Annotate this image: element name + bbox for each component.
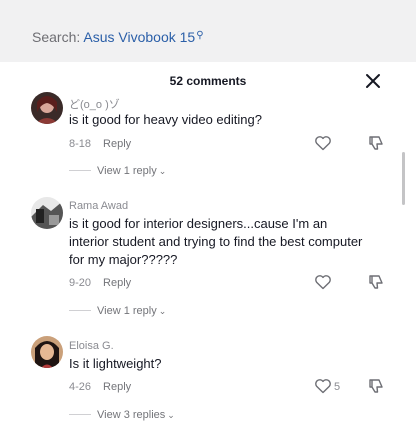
avatar[interactable]	[31, 92, 63, 124]
chevron-down-icon: ⌄	[158, 166, 167, 176]
chevron-down-icon: ⌄	[158, 306, 167, 316]
chevron-down-icon: ⌄	[167, 410, 175, 420]
divider	[69, 310, 91, 311]
divider	[69, 170, 91, 171]
dislike-icon[interactable]	[367, 274, 385, 290]
search-query-text: Asus Vivobook 15	[83, 29, 196, 45]
view-replies-label: View 3 replies	[97, 409, 166, 421]
reply-button[interactable]: Reply	[103, 277, 131, 289]
heart-icon[interactable]	[314, 378, 332, 394]
scrollbar[interactable]	[402, 152, 405, 205]
comment-meta: 4-26 Reply	[69, 381, 131, 393]
search-query[interactable]: Search: Asus Vivobook 15⚲	[32, 29, 204, 45]
avatar[interactable]	[31, 197, 63, 229]
comment-date: 9-20	[69, 277, 92, 289]
reply-button[interactable]: Reply	[103, 138, 131, 150]
view-replies-button[interactable]: View 1 reply ⌄	[69, 305, 166, 317]
search-bar-area: Search: Asus Vivobook 15⚲	[0, 0, 416, 62]
divider	[69, 414, 91, 415]
view-replies-label: View 1 reply	[97, 165, 157, 177]
dislike-icon[interactable]	[367, 378, 385, 394]
like-count: 5	[334, 381, 341, 393]
comment-meta: 9-20 Reply	[69, 277, 131, 289]
reply-button[interactable]: Reply	[103, 381, 131, 393]
avatar[interactable]	[31, 336, 63, 368]
comments-sheet: 52 comments ど(o_o )ゾ is it good for heav…	[0, 62, 416, 440]
heart-icon[interactable]	[314, 274, 332, 290]
comment-text: is it good for heavy video editing?	[69, 112, 262, 127]
comment-username[interactable]: ど(o_o )ゾ	[69, 96, 120, 112]
comment-date: 4-26	[69, 381, 92, 393]
view-replies-button[interactable]: View 3 replies ⌄	[69, 409, 175, 421]
avatar-image	[31, 197, 63, 229]
search-icon: ⚲	[196, 30, 204, 41]
heart-icon[interactable]	[314, 135, 332, 151]
comment-count: 52 comments	[169, 74, 247, 88]
avatar-image	[31, 336, 63, 368]
avatar-image	[31, 92, 63, 124]
comment-date: 8-18	[69, 138, 92, 150]
comment-meta: 8-18 Reply	[69, 138, 131, 150]
comment-username[interactable]: Eloisa G.	[69, 340, 114, 352]
search-prefix: Search:	[32, 29, 84, 45]
dislike-icon[interactable]	[367, 135, 385, 151]
close-icon[interactable]	[364, 72, 382, 90]
view-replies-button[interactable]: View 1 reply ⌄	[69, 165, 166, 177]
view-replies-label: View 1 reply	[97, 305, 157, 317]
comment-text: Is it lightweight?	[69, 356, 162, 371]
comment-username[interactable]: Rama Awad	[69, 200, 128, 212]
comment-text: is it good for interior designers...caus…	[69, 216, 363, 267]
